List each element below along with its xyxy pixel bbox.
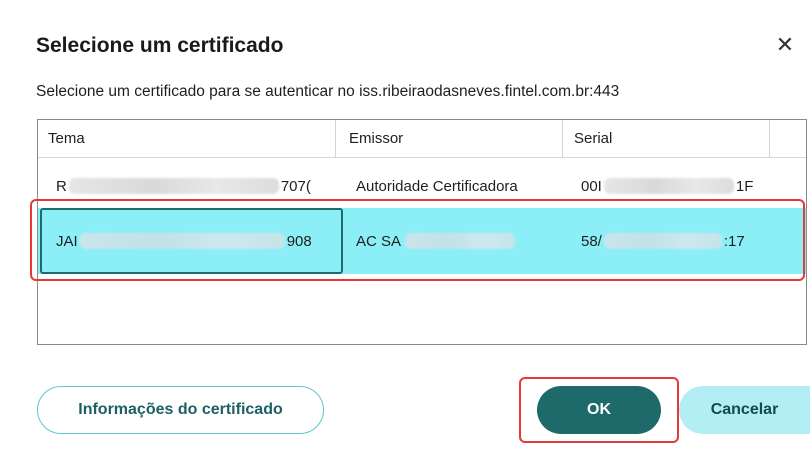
- cell-serial: 00I 1F: [581, 166, 771, 206]
- tema-text-start: JAI: [56, 232, 78, 250]
- dialog-subtitle: Selecione um certificado para se autenti…: [36, 83, 620, 100]
- serial-text-end: 1F: [735, 177, 754, 195]
- table-row[interactable]: R 707( Autoridade Certificador⁠a 00I 1F: [38, 166, 806, 206]
- serial-text-start: 58/: [581, 232, 602, 250]
- serial-text-end: :17: [723, 232, 745, 250]
- certificate-info-button[interactable]: Informações do certificado: [37, 386, 324, 434]
- cell-emissor: AC SA: [356, 208, 556, 274]
- redacted-block: [603, 178, 734, 194]
- serial-text-start: 00I: [581, 177, 602, 195]
- redacted-block: [603, 233, 722, 249]
- cell-tema: JAI 908: [56, 208, 326, 274]
- table-header: Tema Emissor Serial: [38, 120, 806, 158]
- close-icon[interactable]: ✕: [774, 34, 796, 56]
- column-header-serial[interactable]: Serial: [574, 120, 612, 158]
- column-header-tema[interactable]: Tema: [48, 120, 85, 158]
- column-divider: [562, 120, 563, 158]
- tema-text-start: R: [56, 177, 67, 195]
- tema-text-end: 908: [286, 232, 312, 250]
- dialog-title: Selecione um certificado: [36, 34, 284, 57]
- cell-emissor: Autoridade Certificador⁠a: [356, 177, 518, 195]
- ok-button[interactable]: OK: [537, 386, 661, 434]
- column-divider: [769, 120, 770, 158]
- certificate-dialog: Selecione um certificado ✕ Selecione um …: [0, 0, 810, 457]
- cancel-button[interactable]: Cancelar: [679, 386, 810, 434]
- redacted-block: [405, 233, 516, 249]
- cell-tema: R 707(: [56, 166, 326, 206]
- cell-serial: 58/ :17: [581, 208, 771, 274]
- redacted-block: [68, 178, 279, 194]
- table-row-selected[interactable]: JAI 908 AC SA 58/ :17: [38, 208, 806, 274]
- column-header-emissor[interactable]: Emissor: [349, 120, 403, 158]
- tema-text-end: 707(: [280, 177, 311, 195]
- redacted-block: [79, 233, 285, 249]
- emissor-text-start: AC SA: [356, 232, 402, 250]
- column-divider: [335, 120, 336, 158]
- certificate-table: Tema Emissor Serial R 707( Autoridade Ce…: [37, 119, 807, 345]
